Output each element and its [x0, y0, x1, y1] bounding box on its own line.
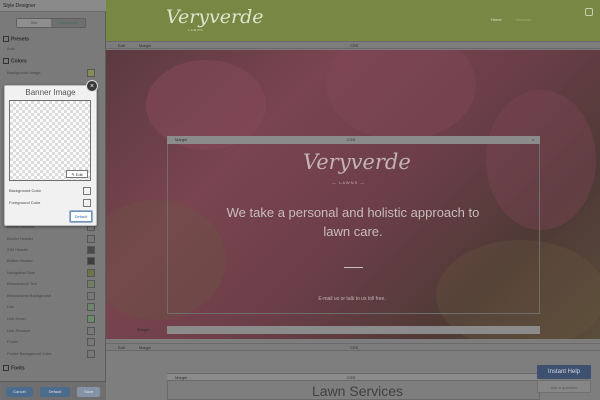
color-row[interactable]: Footer: [7, 338, 95, 346]
banner-image-preview[interactable]: [9, 100, 91, 181]
color-swatch[interactable]: [87, 292, 95, 300]
site-logo[interactable]: Veryverde: [166, 6, 264, 28]
margin-link[interactable]: Margin: [139, 344, 151, 351]
css-link[interactable]: CSS: [350, 344, 358, 351]
color-swatch[interactable]: [87, 280, 95, 288]
color-row[interactable]: Background Image: [7, 69, 95, 77]
divider: [344, 267, 363, 268]
color-row[interactable]: Footer Background Color: [7, 350, 95, 358]
css-link[interactable]: CSS: [347, 374, 355, 381]
services-title: Lawn Services: [312, 383, 404, 399]
colors-section-header[interactable]: Colors: [3, 58, 27, 64]
color-row[interactable]: Link Hover: [7, 315, 95, 323]
preset-value[interactable]: Auto: [7, 45, 95, 53]
color-swatch[interactable]: [87, 246, 95, 254]
block-edit-bar[interactable]: Margin CSS: [167, 373, 540, 381]
color-swatch[interactable]: [87, 350, 95, 358]
color-swatch[interactable]: [87, 315, 95, 323]
contact-line: E-mail us or talk to us toll free.: [318, 296, 386, 302]
edit-image-button[interactable]: ✎ Edit: [66, 170, 88, 178]
margin-link[interactable]: Margin: [137, 326, 149, 334]
color-swatch[interactable]: [83, 199, 91, 207]
margin-link[interactable]: Margin: [175, 374, 187, 381]
block-footer-bar[interactable]: Margin: [137, 326, 540, 334]
section-edit-bar[interactable]: Edit Margin CSS: [106, 41, 600, 49]
foreground-color-row[interactable]: Foreground Color: [9, 198, 91, 208]
instant-help-button[interactable]: Instant Help: [537, 365, 591, 379]
color-row[interactable]: Link Shadow: [7, 327, 95, 335]
color-swatch[interactable]: [87, 327, 95, 335]
color-swatch[interactable]: [87, 338, 95, 346]
hero-tagline: We take a personal and holistic approach…: [226, 205, 480, 239]
site-logo-sub: LAWNS: [188, 28, 204, 32]
section-edit-bar[interactable]: Edit Margin CSS: [106, 343, 600, 351]
nav-services[interactable]: Services: [516, 17, 531, 22]
block-edit-bar[interactable]: Margin CSS ×: [167, 136, 540, 144]
tab-site[interactable]: Site: [17, 19, 51, 27]
color-swatch[interactable]: [83, 187, 91, 195]
edit-link[interactable]: Edit: [118, 344, 125, 351]
color-row[interactable]: Border Header: [7, 235, 95, 243]
color-row[interactable]: Link: [7, 303, 95, 311]
color-row[interactable]: Breadcrumb Text: [7, 280, 95, 288]
designer-tabs: Site Advanced: [16, 18, 86, 28]
color-row[interactable]: Button Header: [7, 257, 95, 265]
fonts-section-header[interactable]: Fonts: [3, 365, 25, 371]
css-link[interactable]: CSS: [350, 42, 358, 49]
designer-footer: Cancel Default Save: [0, 381, 106, 400]
collapse-icon: [3, 58, 9, 64]
tab-advanced[interactable]: Advanced: [51, 19, 85, 27]
default-button[interactable]: Default: [40, 387, 70, 397]
color-row[interactable]: SIM Header: [7, 246, 95, 254]
nav-home[interactable]: Home: [491, 17, 502, 22]
color-swatch[interactable]: [87, 235, 95, 243]
save-button[interactable]: Save: [77, 387, 100, 397]
margin-link[interactable]: Margin: [139, 42, 151, 49]
color-swatch[interactable]: [87, 303, 95, 311]
collapse-icon: [3, 36, 9, 42]
style-designer-title: Style Designer: [0, 0, 106, 12]
edit-link[interactable]: Edit: [118, 42, 125, 49]
color-swatch[interactable]: [87, 269, 95, 277]
margin-link[interactable]: Margin: [175, 136, 187, 144]
expand-icon: [3, 365, 9, 371]
background-color-row[interactable]: Background Color: [9, 186, 91, 196]
close-icon[interactable]: ×: [532, 136, 534, 144]
hero-blob-shape: [326, 50, 476, 140]
css-link[interactable]: CSS: [347, 136, 355, 144]
close-icon[interactable]: ×: [86, 80, 98, 92]
cancel-button[interactable]: Cancel: [6, 387, 33, 397]
hero-logo: Veryverde: [303, 150, 411, 174]
color-swatch[interactable]: [87, 257, 95, 265]
presets-section-header[interactable]: Presets: [3, 36, 29, 42]
settings-icon[interactable]: [585, 8, 593, 16]
ask-question-button[interactable]: Ask a question: [537, 380, 591, 393]
color-row[interactable]: Breadcrumb Background: [7, 292, 95, 300]
default-button[interactable]: Default: [70, 211, 92, 222]
color-swatch[interactable]: [87, 69, 95, 77]
popup-title: Banner Image: [25, 88, 76, 97]
color-row[interactable]: Navigation Side: [7, 269, 95, 277]
hero-logo-sub: — LAWNS —: [332, 180, 366, 185]
